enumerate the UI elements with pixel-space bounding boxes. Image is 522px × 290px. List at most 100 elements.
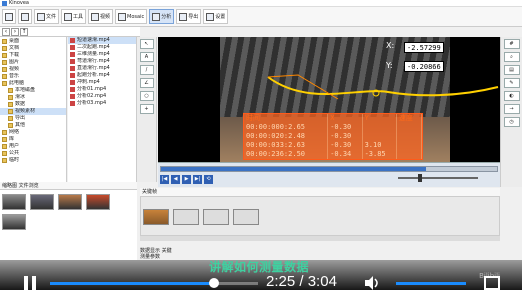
folder-icon: [2, 53, 7, 58]
seek-knob[interactable]: [209, 278, 220, 288]
tree-item[interactable]: 库: [0, 136, 66, 143]
volume-slider[interactable]: [396, 282, 466, 285]
toolbar-button[interactable]: Mosaic: [115, 9, 148, 24]
file-item-label: 短道速滑.mp4: [77, 37, 110, 43]
table-cell: [396, 123, 423, 132]
pen-icon[interactable]: ✎: [503, 78, 520, 88]
loop-icon[interactable]: ⟲: [204, 175, 213, 184]
tree-item[interactable]: 网络: [0, 129, 66, 136]
tree-item-label: 本地磁盘: [15, 87, 36, 93]
chart-icon[interactable]: ▤: [503, 65, 520, 75]
tree-item-label: 音乐: [9, 73, 20, 79]
up-icon[interactable]: ↑: [20, 27, 28, 36]
back-icon[interactable]: ‹: [2, 27, 10, 36]
toolbar-button[interactable]: 分析: [149, 9, 175, 24]
toolbar-button[interactable]: 设置: [203, 9, 229, 24]
text-icon[interactable]: A: [139, 52, 154, 62]
toolbar-button[interactable]: [2, 9, 16, 24]
folder-icon: [8, 109, 13, 114]
first-frame-icon[interactable]: |◀: [160, 175, 169, 184]
file-item[interactable]: 分析02.mp4: [68, 93, 136, 100]
tree-item-label: 导出: [15, 115, 26, 121]
keyframe-thumb[interactable]: [143, 209, 169, 225]
table-cell: -3.85: [362, 150, 397, 159]
file-item-label: 分析03.mp4: [77, 100, 107, 106]
tree-item[interactable]: 公共: [0, 150, 66, 157]
file-item[interactable]: 分析01.mp4: [68, 86, 136, 93]
keyframe-thumb[interactable]: [173, 209, 199, 225]
keyframe-thumb[interactable]: [203, 209, 229, 225]
folder-icon: [8, 123, 13, 128]
file-item[interactable]: 短道速滑.mp4: [68, 37, 136, 44]
fullscreen-icon[interactable]: [484, 276, 500, 290]
folder-icon: [2, 74, 7, 79]
color-icon[interactable]: ◐: [503, 91, 520, 101]
pointer-icon[interactable]: ↖: [139, 39, 154, 49]
file-item[interactable]: 冲刺.mp4: [68, 79, 136, 86]
prev-frame-icon[interactable]: ◀: [171, 175, 180, 184]
file-item[interactable]: 直道滑行.mp4: [68, 65, 136, 72]
tree-item[interactable]: 导出: [0, 115, 66, 122]
export-icon: [179, 12, 188, 21]
keyframe-thumb[interactable]: [233, 209, 259, 225]
video-viewport[interactable]: X: -2.57299 Y: -0.20866 时间 X Y 速度 00:00:000…: [158, 37, 500, 162]
grid-icon[interactable]: #: [503, 39, 520, 49]
file-item[interactable]: 起跑分析.mp4: [68, 72, 136, 79]
video-thumbnail[interactable]: [2, 214, 26, 230]
tree-item-label: 库: [9, 136, 15, 142]
tree-item[interactable]: 临时: [0, 157, 66, 164]
keyframe-scrollbar[interactable]: [140, 236, 500, 241]
cross-icon[interactable]: +: [139, 104, 154, 114]
video-seek-bar[interactable]: [160, 166, 498, 172]
angle-icon[interactable]: ∠: [139, 78, 154, 88]
tree-item-label: 此电脑: [9, 80, 25, 86]
tree-item[interactable]: 音乐: [0, 73, 66, 80]
pause-icon[interactable]: [22, 276, 38, 290]
next-frame-icon[interactable]: ▶|: [193, 175, 202, 184]
zoom-icon[interactable]: ⌕: [503, 52, 520, 62]
speed-slider[interactable]: [398, 174, 478, 182]
file-item[interactable]: 分析03.mp4: [68, 100, 136, 107]
circle-icon[interactable]: ○: [139, 91, 154, 101]
video-thumbnail[interactable]: [30, 194, 54, 210]
settings-icon: [206, 12, 215, 21]
file-item[interactable]: 三维测量.mp4: [68, 51, 136, 58]
tree-item[interactable]: 滑冰: [0, 94, 66, 101]
folder-icon: [2, 81, 7, 86]
tree-item[interactable]: 图片: [0, 59, 66, 66]
app-icon: [2, 1, 7, 6]
clock-icon[interactable]: ◷: [503, 117, 520, 127]
tree-item[interactable]: 视频素材: [0, 108, 66, 115]
toolbar-button[interactable]: 导出: [176, 9, 202, 24]
tree-item[interactable]: 下载: [0, 52, 66, 59]
y-value: -0.20866: [404, 61, 444, 72]
volume-icon[interactable]: [364, 276, 380, 290]
tree-item[interactable]: 本地磁盘: [0, 87, 66, 94]
toolbar-button[interactable]: [18, 9, 32, 24]
tree-item[interactable]: 文档: [0, 45, 66, 52]
tree-item[interactable]: 此电脑: [0, 80, 66, 87]
tree-item[interactable]: 视频: [0, 66, 66, 73]
video-thumbnail[interactable]: [86, 194, 110, 210]
video-thumbnail[interactable]: [58, 194, 82, 210]
file-item-label: 弯道滑行.mp4: [77, 58, 110, 64]
toolbar-button-label: 导出: [188, 14, 199, 20]
toolbar-button[interactable]: 工具: [61, 9, 87, 24]
toolbar-button[interactable]: 文件: [34, 9, 60, 24]
forward-icon[interactable]: ›: [11, 27, 19, 36]
tree-item[interactable]: 其他: [0, 122, 66, 129]
video-thumbnail[interactable]: [2, 194, 26, 210]
line-icon[interactable]: /: [139, 65, 154, 75]
tree-item[interactable]: 数据: [0, 101, 66, 108]
arrow-icon[interactable]: →: [503, 104, 520, 114]
folder-icon: [2, 144, 7, 149]
file-item[interactable]: 弯道滑行.mp4: [68, 58, 136, 65]
player-seek-bar[interactable]: [50, 278, 258, 288]
file-item[interactable]: 二次起跑.mp4: [68, 44, 136, 51]
table-cell: -0.30: [327, 132, 363, 141]
tree-item[interactable]: 桌面: [0, 38, 66, 45]
toolbar-button[interactable]: 视频: [88, 9, 114, 24]
tree-item[interactable]: 用户: [0, 143, 66, 150]
play-icon[interactable]: ▶: [182, 175, 191, 184]
video-file-icon: [70, 59, 75, 64]
